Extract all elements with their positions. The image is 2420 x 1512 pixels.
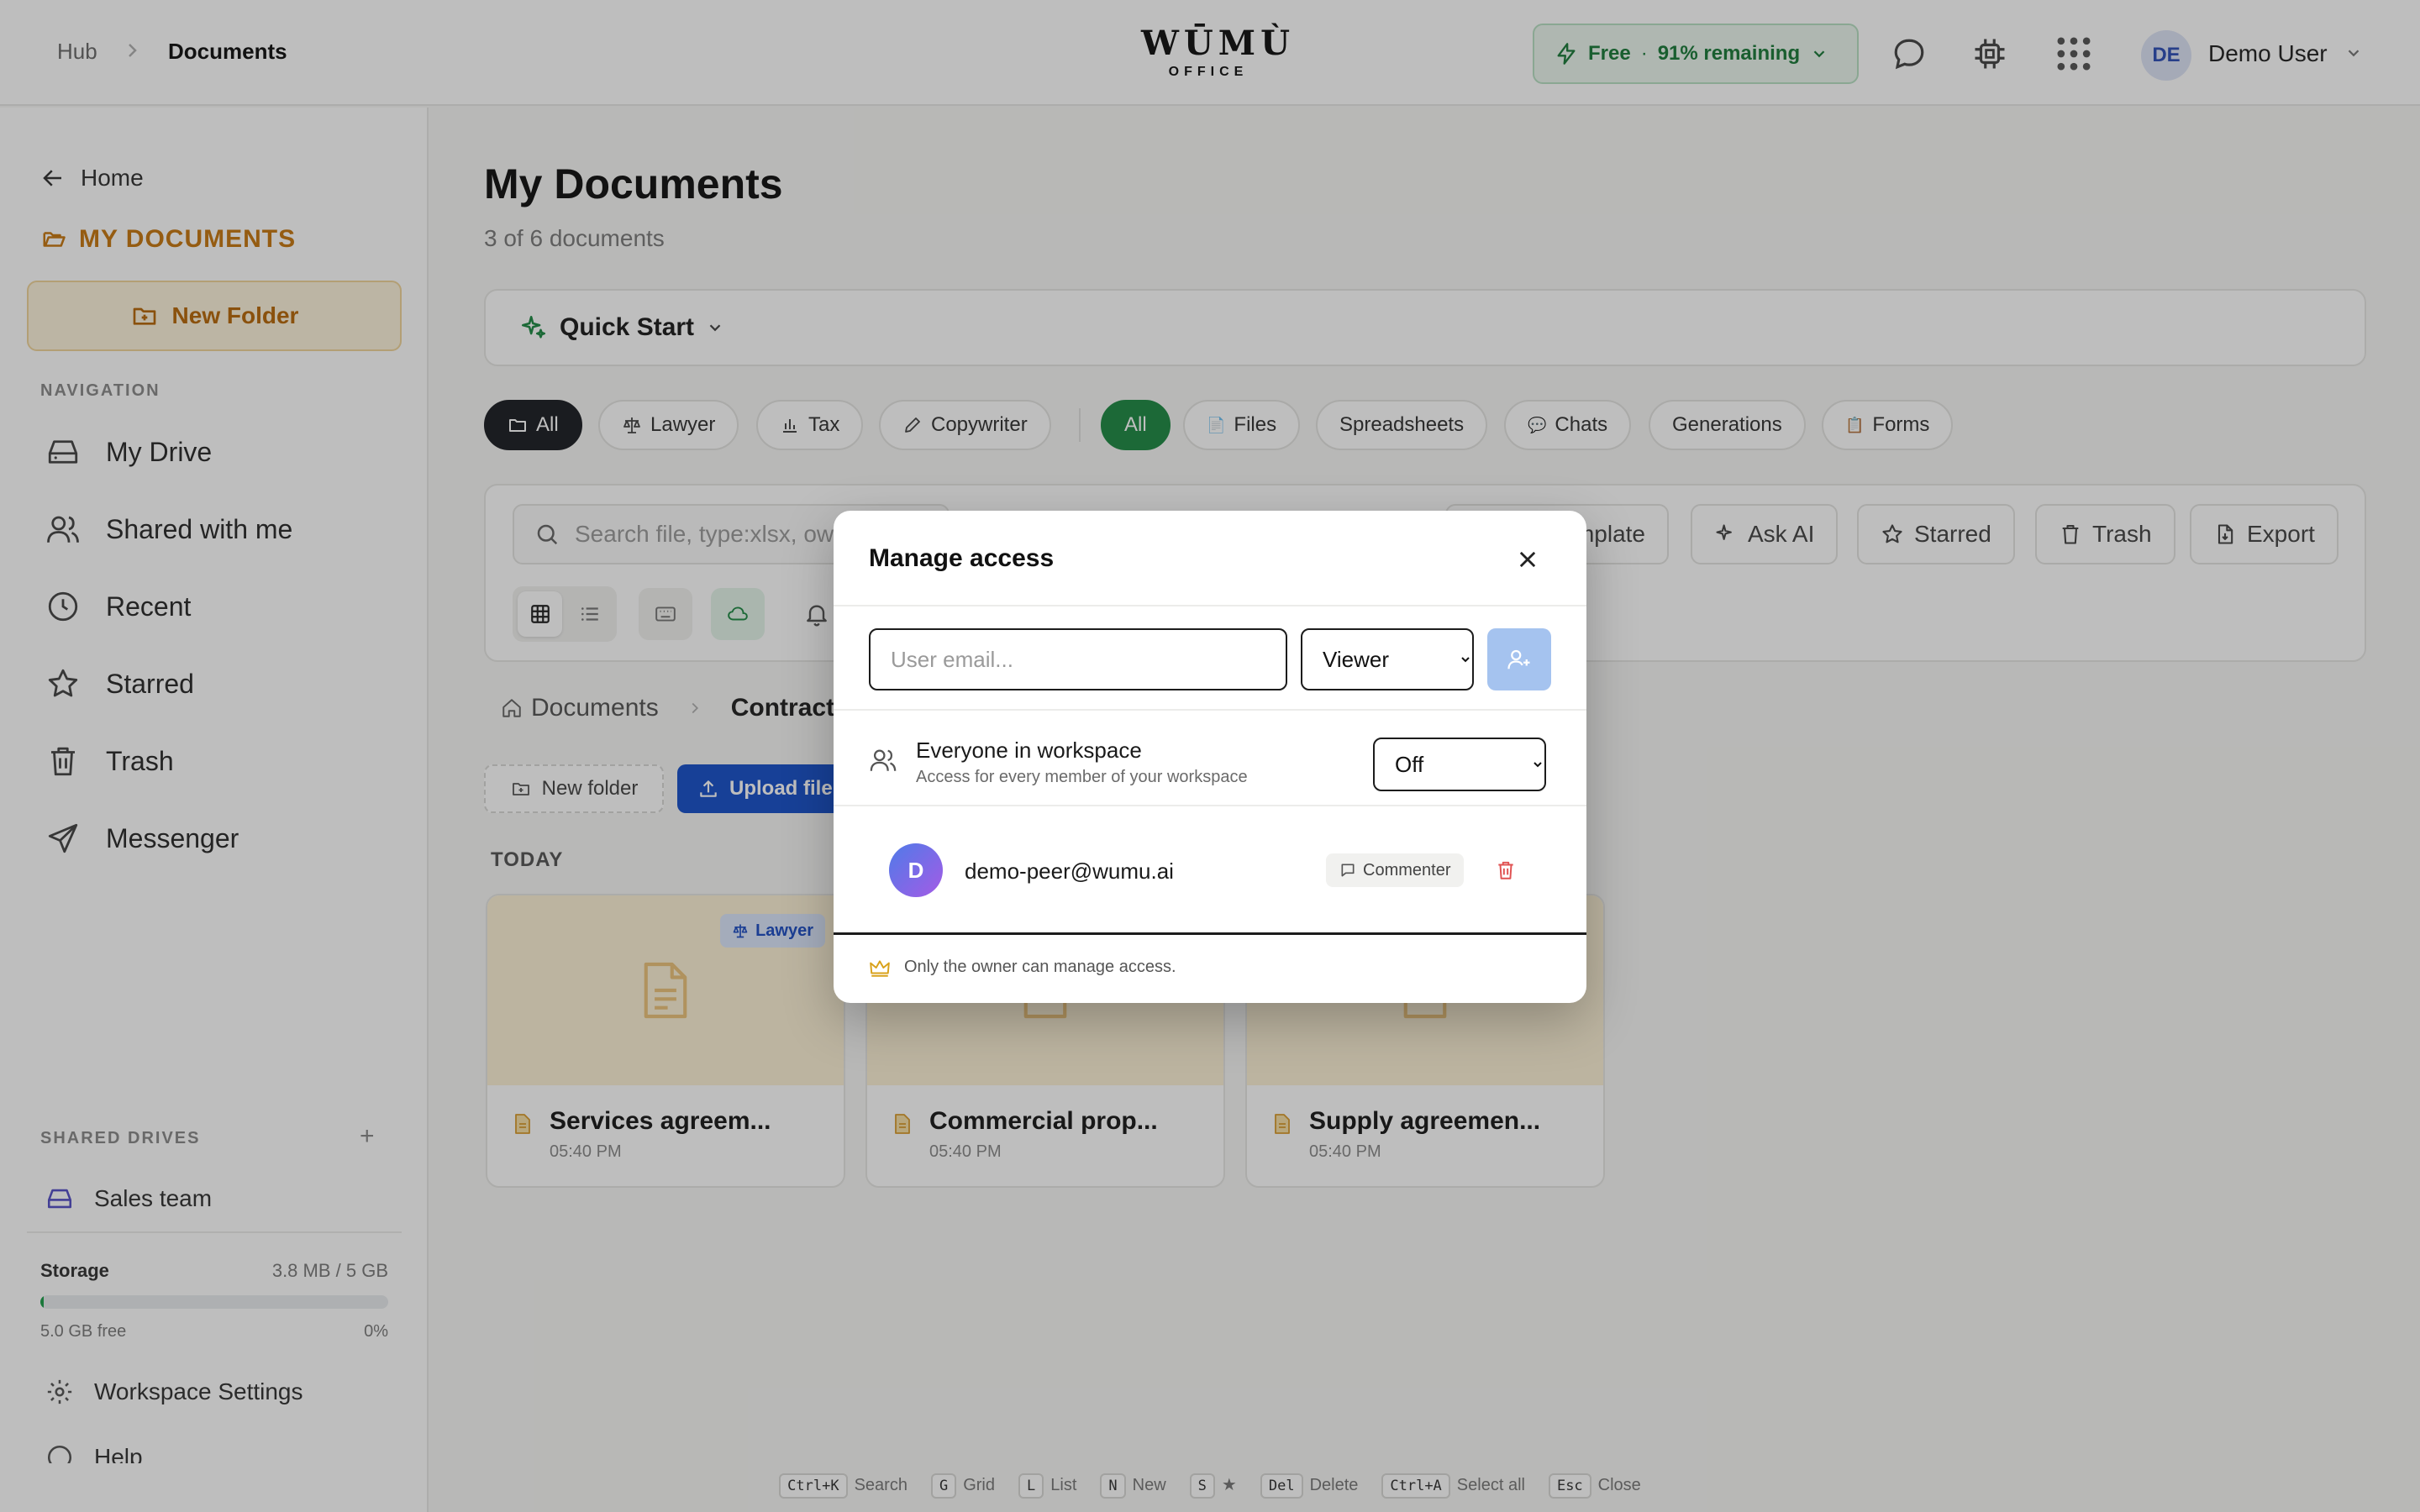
workspace-access-title: Everyone in workspace (916, 738, 1142, 763)
divider (834, 805, 1586, 806)
dialog-header: Manage access (834, 511, 1586, 606)
close-icon[interactable] (1512, 544, 1543, 575)
member-avatar: D (889, 843, 943, 897)
member-row: D demo-peer@wumu.ai Commenter (889, 842, 1544, 899)
divider (834, 932, 1586, 935)
divider (834, 709, 1586, 711)
role-select[interactable]: Viewer (1301, 628, 1474, 690)
member-email: demo-peer@wumu.ai (965, 858, 1174, 884)
users-icon (870, 749, 897, 771)
remove-member-trash-icon[interactable] (1492, 857, 1519, 884)
crown-icon (870, 959, 890, 977)
user-email-input[interactable] (869, 628, 1287, 690)
member-role-badge: Commenter (1326, 853, 1465, 887)
workspace-access-select[interactable]: Off (1373, 738, 1546, 791)
add-user-button[interactable] (1487, 628, 1551, 690)
dialog-title: Manage access (869, 544, 1055, 572)
comment-icon (1341, 864, 1355, 877)
user-plus-icon (1507, 649, 1530, 669)
workspace-access-description: Access for every member of your workspac… (916, 768, 1248, 786)
owner-notice: Only the owner can manage access. (869, 958, 1176, 977)
workspace-access-row: Everyone in workspace Access for every m… (869, 727, 1551, 800)
manage-access-dialog: Manage access Viewer Everyone in workspa… (834, 511, 1586, 1003)
